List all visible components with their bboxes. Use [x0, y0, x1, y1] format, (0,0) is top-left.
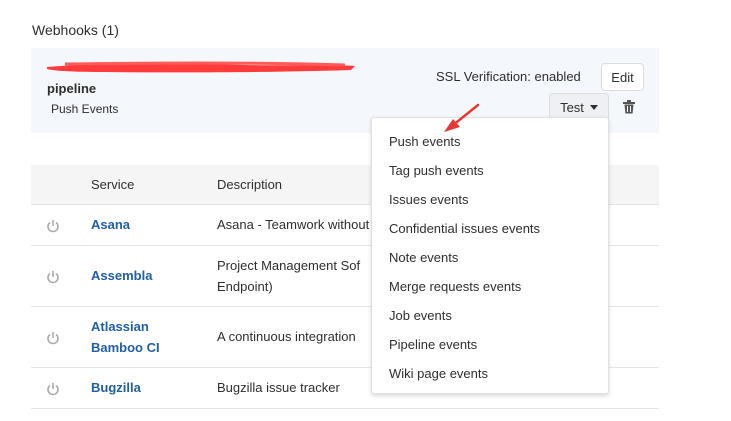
caret-down-icon [589, 104, 598, 110]
service-description-line1: Project Management Sof [217, 258, 361, 273]
menu-item-push-events[interactable]: Push events [389, 134, 461, 149]
menu-item-tag-push-events[interactable]: Tag push events [389, 163, 484, 178]
column-header-service: Service [91, 177, 135, 192]
service-description: Bugzilla issue tracker [217, 380, 340, 395]
menu-item-wiki-page-events[interactable]: Wiki page events [389, 366, 488, 381]
power-icon [47, 271, 59, 284]
annotation-arrow-icon [444, 103, 480, 132]
power-icon [47, 332, 59, 345]
column-header-description: Description [217, 177, 283, 192]
webhook-name: pipeline [47, 81, 97, 96]
trash-icon[interactable] [623, 100, 635, 114]
webhooks-heading: Webhooks (1) [32, 22, 119, 38]
redacted-url-scribble [47, 61, 355, 73]
ssl-verification-status: SSL Verification: enabled [436, 69, 581, 84]
power-icon [47, 383, 59, 396]
menu-item-pipeline-events[interactable]: Pipeline events [389, 337, 477, 352]
edit-button[interactable]: Edit [601, 63, 644, 91]
menu-item-issues-events[interactable]: Issues events [389, 192, 469, 207]
service-link-atlassian-bamboo-line2[interactable]: Bamboo CI [91, 338, 160, 358]
service-link-asana[interactable]: Asana [91, 215, 130, 235]
webhook-events: Push Events [51, 102, 119, 116]
test-events-dropdown-menu: Push events Tag push events Issues event… [371, 117, 609, 394]
service-description: A continuous integration [217, 329, 356, 344]
menu-item-confidential-issues-events[interactable]: Confidential issues events [389, 221, 540, 236]
service-description: Asana - Teamwork without [217, 217, 370, 232]
service-link-assembla[interactable]: Assembla [91, 266, 152, 286]
service-link-bugzilla[interactable]: Bugzilla [91, 378, 141, 398]
menu-item-job-events[interactable]: Job events [389, 308, 452, 323]
service-link-atlassian-bamboo-line1[interactable]: Atlassian [91, 317, 149, 337]
test-button-label: Test [560, 99, 584, 115]
menu-item-note-events[interactable]: Note events [389, 250, 458, 265]
menu-item-merge-requests-events[interactable]: Merge requests events [389, 279, 521, 294]
service-description-line2: Endpoint) [217, 279, 273, 294]
power-icon [47, 220, 59, 233]
